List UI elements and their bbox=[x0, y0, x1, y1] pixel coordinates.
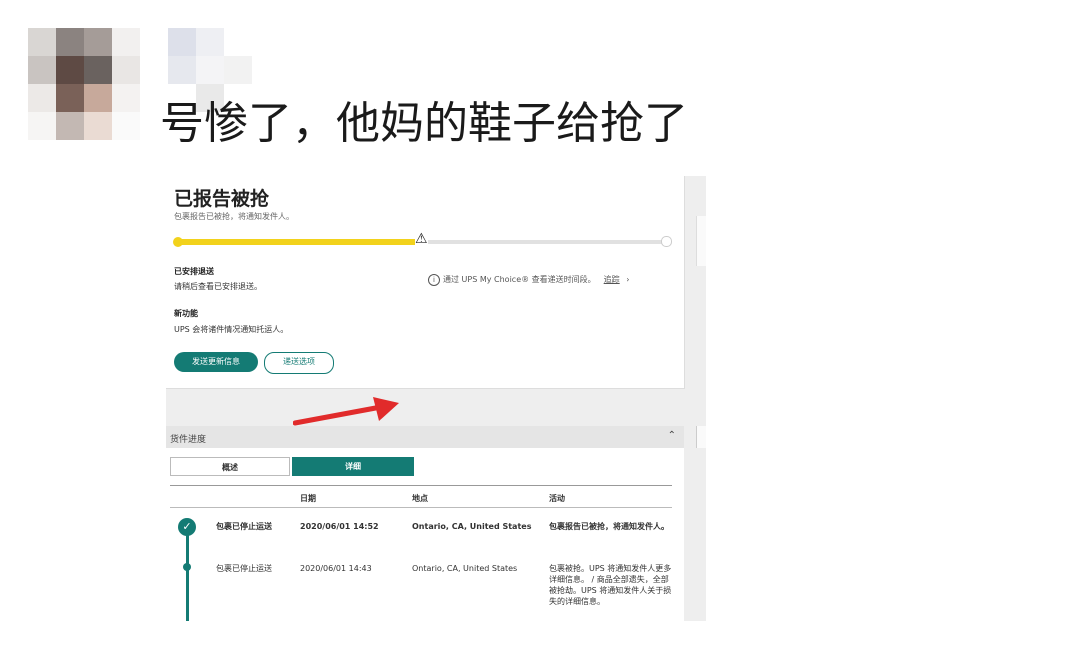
avatar-pixel bbox=[84, 84, 112, 112]
row1-status: 包裹已停止运送 bbox=[216, 522, 272, 531]
avatar-pixel bbox=[28, 56, 56, 84]
new-feature-title: 新功能 bbox=[174, 309, 198, 318]
tracking-screenshot[interactable]: 已报告被抢 包裹报告已被抢，将通知发件人。 ⚠ 已安排退送 请稍后查看已安排退送… bbox=[166, 176, 706, 621]
column-header-location: 地点 bbox=[412, 494, 428, 503]
row2-date: 2020/06/01 14:43 bbox=[300, 564, 372, 573]
check-icon: ✓ bbox=[178, 518, 196, 536]
progress-start-dot bbox=[173, 237, 183, 247]
tab-details[interactable]: 详细 bbox=[292, 457, 414, 476]
warning-triangle-icon: ⚠ bbox=[415, 231, 428, 247]
avatar-pixel bbox=[84, 112, 112, 140]
row1-location: Ontario, CA, United States bbox=[412, 522, 532, 531]
avatar-pixel bbox=[112, 112, 140, 140]
thumb-pixel bbox=[168, 28, 196, 56]
avatar-pixel bbox=[28, 84, 56, 112]
row2-status: 包裹已停止运送 bbox=[216, 564, 272, 573]
row1-activity: 包裹报告已被抢，将通知发件人。 bbox=[549, 522, 669, 531]
post-caption: 号惨了，他妈的鞋子给抢了 bbox=[160, 98, 688, 149]
avatar-pixel bbox=[84, 28, 112, 56]
avatar[interactable] bbox=[28, 28, 140, 140]
thumb-pixel bbox=[196, 56, 224, 84]
thumb-pixel bbox=[224, 28, 252, 56]
avatar-pixel bbox=[28, 112, 56, 140]
row2-activity: 包裹被抢。UPS 将通知发件人更多详细信息。 / 商品全部遗失，全部被抢劫。UP… bbox=[549, 564, 672, 606]
avatar-pixel bbox=[112, 56, 140, 84]
side-panel-edge bbox=[696, 216, 706, 266]
progress-end-dot bbox=[661, 236, 672, 247]
row1-date: 2020/06/01 14:52 bbox=[300, 522, 379, 531]
status-subtitle: 包裹报告已被抢，将通知发件人。 bbox=[174, 212, 294, 221]
column-header-activity: 活动 bbox=[549, 494, 565, 503]
new-feature-text: UPS 会将诸件情况通知托运人。 bbox=[174, 325, 289, 334]
table-header-rule bbox=[170, 507, 672, 508]
avatar-pixel bbox=[112, 28, 140, 56]
avatar-pixel bbox=[112, 84, 140, 112]
tab-overview[interactable]: 概述 bbox=[170, 457, 290, 476]
avatar-pixel bbox=[56, 84, 84, 112]
avatar-pixel bbox=[28, 28, 56, 56]
send-update-button[interactable]: 发送更新信息 bbox=[174, 352, 258, 372]
thumb-pixel bbox=[168, 56, 196, 84]
info-text: 通过 UPS My Choice® 查看递送时间段。 bbox=[443, 275, 596, 284]
table-top-rule bbox=[170, 485, 672, 486]
section-title: 货件进度 bbox=[170, 435, 207, 445]
timeline-line bbox=[186, 521, 189, 621]
my-choice-info: i 通过 UPS My Choice® 查看递送时间段。 追踪 › bbox=[428, 274, 629, 286]
avatar-pixel bbox=[56, 112, 84, 140]
side-panel-edge bbox=[696, 426, 706, 448]
thumb-pixel bbox=[196, 28, 224, 56]
info-icon: i bbox=[428, 274, 440, 286]
reschedule-text: 请稍后查看已安排退送。 bbox=[174, 282, 262, 291]
info-more-link[interactable]: 追踪 bbox=[604, 275, 620, 284]
timeline-dot bbox=[183, 563, 191, 571]
section-header[interactable]: 货件进度 ⌃ bbox=[166, 426, 684, 448]
avatar-pixel bbox=[56, 28, 84, 56]
status-title: 已报告被抢 bbox=[174, 188, 270, 210]
delivery-options-button[interactable]: 递送选项 bbox=[264, 352, 334, 374]
row2-location: Ontario, CA, United States bbox=[412, 564, 518, 573]
column-header-date: 日期 bbox=[300, 494, 316, 503]
avatar-pixel bbox=[84, 56, 112, 84]
progress-bar: ⚠ bbox=[173, 232, 672, 247]
progress-fill bbox=[176, 239, 422, 245]
status-card: 已报告被抢 包裹报告已被抢，将通知发件人。 ⚠ 已安排退送 请稍后查看已安排退送… bbox=[166, 176, 685, 389]
reschedule-title: 已安排退送 bbox=[174, 267, 214, 276]
thumb-pixel bbox=[224, 56, 252, 84]
red-arrow-annotation bbox=[293, 397, 399, 426]
chevron-right-icon: › bbox=[626, 275, 630, 284]
shipment-progress-card: 货件进度 ⌃ 概述 详细 日期 地点 活动 ✓ 包裹已停止运送 2020/06/… bbox=[166, 426, 684, 621]
chevron-up-icon[interactable]: ⌃ bbox=[668, 430, 676, 441]
avatar-pixel bbox=[56, 56, 84, 84]
